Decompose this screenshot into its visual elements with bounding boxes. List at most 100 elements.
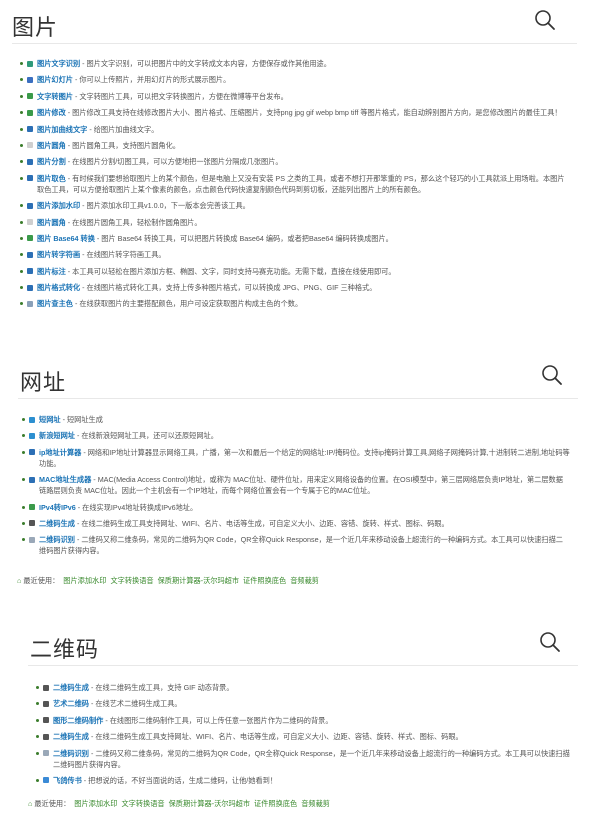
bullet-dot [22, 434, 25, 438]
recent-link[interactable]: 图片添加水印 [74, 799, 117, 808]
tool-link[interactable]: 二维码生成 [39, 519, 75, 528]
recent-label: 最近使用： [23, 576, 60, 585]
tool-item: 图片转字符画 - 在线图片转字符画工具。 [20, 249, 568, 260]
tool-link[interactable]: 图形二维码制作 [53, 716, 103, 725]
annotate-icon [27, 268, 33, 275]
tool-item: 文字转图片 - 文字转图片工具，可以把文字转换图片，方便在微博等平台发布。 [20, 91, 568, 102]
tool-description: - 网络和IP地址计算器显示网络工具，广播，第一次和最后一个给定的网络址:IP/… [39, 447, 570, 468]
section-title: 网址 [20, 371, 67, 396]
tool-description: - 本工具可以轻松在图片添加方框、椭圆、文字，同时支持马赛克功能。无需下载，直接… [65, 266, 396, 276]
tool-link[interactable]: ip地址计算器 [39, 448, 81, 457]
recent-used: ⌂ 最近使用： 图片添加水印 文字转换语音 保质期计算器-沃尔玛超市 证件照换底色 音频裁剪 [28, 799, 330, 809]
tool-link[interactable]: 短网址 [39, 415, 61, 424]
palette-icon [27, 300, 33, 307]
tool-description: - 在线图片分割/切图工具，可以方便地把一张图片分隔成几张图片。 [65, 157, 283, 167]
tool-description: - 图片修改工具支持在线修改图片大小、图片格式、压缩图片，支持png jpg g… [65, 108, 562, 118]
tool-link[interactable]: 二维码生成 [53, 732, 89, 741]
recent-link[interactable]: 保质期计算器-沃尔玛超市 [169, 799, 250, 808]
bullet-dot [36, 735, 39, 739]
tool-item: 图片圆角 - 在线图片圆角工具，轻松制作圆角图片。 [20, 217, 568, 228]
section-image: 图片 图片文字识别 - 图片文字识别，可以把图片中的文字转成文本内容，方便保存或… [0, 0, 589, 345]
bullet-dot [20, 286, 23, 290]
color-picker-icon [27, 175, 33, 182]
tool-description: - 在线图片格式转化工具，支持上传多种图片格式，可以转换成 JPG、PNG、GI… [80, 283, 377, 293]
tool-link[interactable]: 图片分割 [37, 157, 66, 166]
qrcode-icon [43, 684, 49, 691]
bullet-dot [36, 718, 39, 722]
messenger-icon [43, 777, 49, 784]
tool-item: 飞鸽传书 - 把想说的话，不好当面说的话，生成二维码，让他/她看到！ [36, 775, 572, 786]
tool-description: - 在线图形二维码制作工具，可以上传任意一张图片作为二维码的背景。 [103, 715, 333, 725]
tool-link[interactable]: 图片圆角 [37, 141, 66, 150]
tool-item: 二维码生成 - 在线二维码生成工具支持网址、WIFI、名片、电话等生成，可自定义… [22, 518, 570, 529]
format-convert-icon [27, 284, 33, 291]
recent-link[interactable]: 图片添加水印 [63, 576, 106, 585]
bullet-dot [22, 478, 25, 482]
recent-link[interactable]: 音频裁剪 [290, 576, 319, 585]
tool-description: - 短网址生成 [60, 415, 103, 424]
tool-link[interactable]: IPv4转IPv6 [39, 503, 76, 512]
tool-link[interactable]: 艺术二维码 [53, 699, 89, 708]
tool-list: 图片文字识别 - 图片文字识别，可以把图片中的文字转成文本内容，方便保存或作其他… [20, 58, 568, 315]
bullet-dot [20, 302, 23, 306]
tool-item: ip地址计算器 - 网络和IP地址计算器显示网络工具，广播，第一次和最后一个给定… [22, 447, 570, 469]
tool-item: 图片加曲线文字 - 给图片加曲线文字。 [20, 124, 568, 135]
bullet-dot [22, 505, 25, 509]
search-icon[interactable] [534, 9, 556, 31]
bullet-dot [22, 521, 25, 525]
tool-item: 图片分割 - 在线图片分割/切图工具，可以方便地把一张图片分隔成几张图片。 [20, 156, 568, 167]
recent-link[interactable]: 音频裁剪 [301, 799, 330, 808]
home-icon: ⌂ [28, 799, 33, 808]
tool-link[interactable]: 图片添加水印 [37, 201, 80, 210]
tool-link[interactable]: 图片圆角 [37, 218, 66, 227]
recent-link[interactable]: 文字转换语音 [110, 576, 153, 585]
tool-link[interactable]: 图片加曲线文字 [37, 125, 87, 134]
tool-description: - 图片 Base64 转换工具，可以把图片转换成 Base64 编码，或者把B… [94, 233, 393, 243]
section-title: 二维码 [30, 638, 100, 663]
tool-description: - 文字转图片工具，可以把文字转换图片，方便在微博等平台发布。 [72, 91, 288, 101]
base64-icon [27, 235, 33, 242]
tool-link[interactable]: 图片修改 [37, 108, 66, 117]
tool-description: - 在线二维码生成工具支持网址、WIFI、名片、电话等生成，可自定义大小、边距、… [74, 518, 449, 528]
recent-link[interactable]: 保质期计算器-沃尔玛超市 [158, 576, 239, 585]
tool-link[interactable]: 新浪短网址 [39, 431, 75, 440]
tool-item: MAC地址生成器 - MAC(Media Access Control)地址，或… [22, 474, 570, 496]
tool-link[interactable]: 二维码识别 [53, 749, 89, 758]
tool-link[interactable]: 文字转图片 [37, 92, 73, 101]
image-edit-icon [27, 109, 33, 116]
bullet-dot [20, 78, 23, 82]
tool-link[interactable]: 图片文字识别 [37, 59, 80, 68]
tool-link[interactable]: 图片标注 [37, 267, 66, 276]
tool-link[interactable]: MAC地址生成器 [39, 475, 91, 484]
tool-link[interactable]: 图片查主色 [37, 299, 73, 308]
tool-link[interactable]: 飞鸽传书 [53, 776, 82, 785]
search-icon[interactable] [539, 631, 561, 653]
tool-link[interactable]: 图片转字符画 [37, 250, 80, 259]
tool-description: - 在线获取图片的主要搭配颜色，用户可设定获取图片构成主色的个数。 [72, 299, 303, 309]
qrcode-scan-icon [29, 536, 35, 543]
tool-description: - 把想说的话，不好当面说的话，生成二维码，让他/她看到！ [81, 775, 278, 785]
tool-link[interactable]: 二维码识别 [39, 535, 75, 544]
tool-link[interactable]: 二维码生成 [53, 683, 89, 692]
search-icon[interactable] [541, 364, 563, 386]
qrcode-icon [43, 733, 49, 740]
section-qrcode: 二维码 二维码生成 - 在线二维码生成工具，支持 GIF 动态背景。 艺术二维码 … [0, 620, 589, 813]
tool-description: - 图片圆角工具，支持图片圆角化。 [65, 140, 180, 150]
bullet-dot [20, 253, 23, 257]
bullet-dot [20, 220, 23, 224]
bullet-dot [22, 538, 25, 542]
bullet-dot [20, 127, 23, 131]
tool-link[interactable]: 图片幻灯片 [37, 75, 73, 84]
watermark-icon [27, 202, 33, 209]
tool-item: 二维码生成 - 在线二维码生成工具支持网址、WIFI、名片、电话等生成，可自定义… [36, 731, 572, 742]
recent-link[interactable]: 证件照换底色 [254, 799, 297, 808]
bullet-dot [22, 450, 25, 454]
tool-link[interactable]: 图片 Base64 转换 [37, 234, 95, 243]
bullet-dot [36, 686, 39, 689]
bullet-dot [20, 94, 23, 98]
tool-link[interactable]: 图片取色 [37, 174, 66, 183]
tool-link[interactable]: 图片格式转化 [37, 283, 80, 292]
recent-link[interactable]: 证件照换底色 [243, 576, 286, 585]
qrcode-icon [29, 520, 35, 527]
recent-link[interactable]: 文字转换语音 [121, 799, 164, 808]
